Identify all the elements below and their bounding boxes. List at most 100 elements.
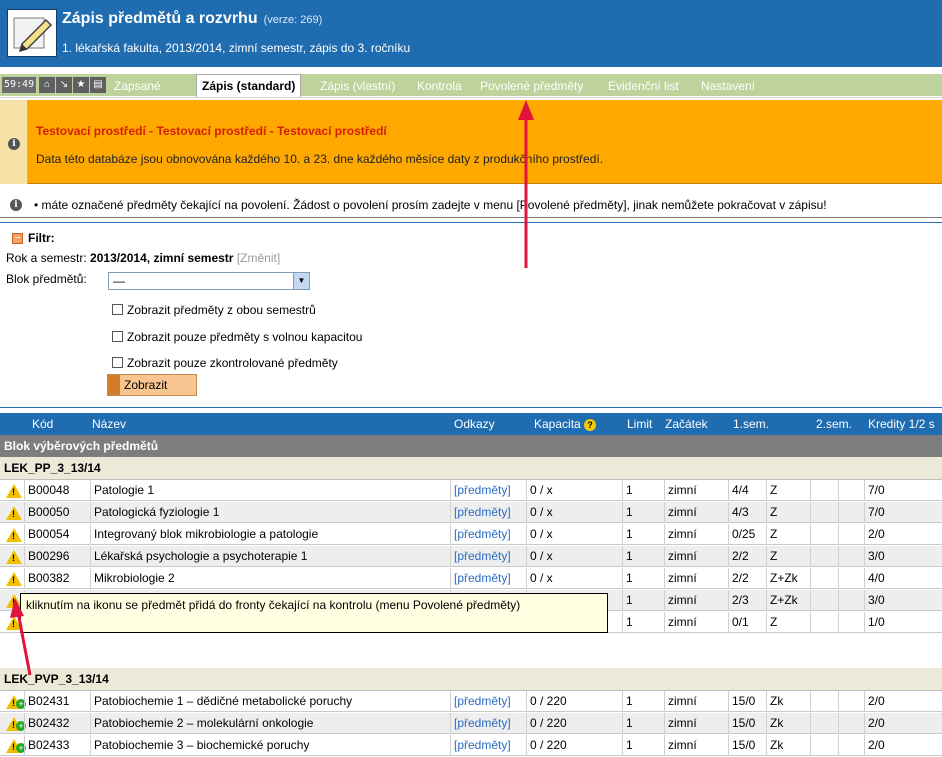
cell-link[interactable]: [předměty] bbox=[450, 524, 526, 545]
menu-item-kontrola[interactable]: Kontrola bbox=[417, 77, 462, 95]
table-row: B02432Patobiochemie 2 – molekulární onko… bbox=[0, 713, 942, 734]
warning-icon[interactable] bbox=[6, 572, 22, 586]
cell-start: zimní bbox=[664, 713, 728, 734]
cell-code: B02432 bbox=[24, 713, 90, 734]
menu-item-zapsane[interactable]: Zapsané bbox=[114, 77, 161, 95]
cell-h: 4/4 bbox=[728, 480, 766, 501]
cell-empty1 bbox=[810, 546, 838, 567]
cell-limit: 1 bbox=[622, 735, 664, 756]
table-row: B00048Patologie 1[předměty]0 / x1zimní4/… bbox=[0, 480, 942, 501]
cell-link[interactable]: [předměty] bbox=[450, 502, 526, 523]
print-icon[interactable]: ▤ bbox=[90, 77, 106, 93]
cell-k: Zk bbox=[766, 735, 810, 756]
col-kapacita[interactable]: Kapacita ? bbox=[534, 417, 597, 431]
cell-empty1 bbox=[810, 735, 838, 756]
warning-add-icon[interactable] bbox=[6, 717, 26, 731]
cell-cap: 0 / x bbox=[526, 480, 622, 501]
cell-empty2 bbox=[838, 480, 864, 501]
cell-limit: 1 bbox=[622, 480, 664, 501]
filter-panel: – Filtr: Rok a semestr: 2013/2014, zimní… bbox=[0, 222, 942, 408]
cell-code: B02433 bbox=[24, 735, 90, 756]
show-button[interactable]: Zobrazit bbox=[107, 374, 197, 396]
col-kod[interactable]: Kód bbox=[32, 417, 53, 431]
warning-icon[interactable] bbox=[6, 550, 22, 564]
cell-h: 15/0 bbox=[728, 713, 766, 734]
menu-item-zapis-vlastni[interactable]: Zápis (vlastní) bbox=[320, 77, 395, 95]
table-row: B00054Integrovaný blok mikrobiologie a p… bbox=[0, 524, 942, 545]
cell-limit: 1 bbox=[622, 524, 664, 545]
home-icon[interactable]: ⌂ bbox=[39, 77, 55, 93]
cell-h: 15/0 bbox=[728, 691, 766, 712]
cell-cred: 1/0 bbox=[864, 612, 942, 633]
cell-link[interactable]: [předměty] bbox=[450, 691, 526, 712]
cell-link[interactable]: [předměty] bbox=[450, 568, 526, 589]
cell-link[interactable]: [předměty] bbox=[450, 713, 526, 734]
col-odkazy: Odkazy bbox=[454, 417, 495, 431]
filter-title: Filtr: bbox=[28, 231, 55, 245]
menu-item-zapis-standard[interactable]: Zápis (standard) bbox=[196, 74, 302, 97]
col-zacatek: Začátek bbox=[665, 417, 708, 431]
app-subtitle: 1. lékařská fakulta, 2013/2014, zimní se… bbox=[62, 41, 411, 55]
app-version: (verze: 269) bbox=[263, 14, 323, 26]
cell-name: Patologie 1 bbox=[90, 480, 450, 501]
cell-h: 2/2 bbox=[728, 568, 766, 589]
cell-cap: 0 / 220 bbox=[526, 691, 622, 712]
cell-link[interactable]: [předměty] bbox=[450, 546, 526, 567]
cell-cap: 0 / x bbox=[526, 502, 622, 523]
group-row: LEK_PP_3_13/14 bbox=[0, 457, 942, 480]
help-icon[interactable]: ? bbox=[584, 419, 597, 431]
checkbox[interactable] bbox=[112, 331, 123, 342]
warning-add-icon[interactable] bbox=[6, 695, 26, 709]
checkbox-both-semesters[interactable]: Zobrazit předměty z obou semestrů bbox=[112, 303, 316, 317]
cell-h: 0/25 bbox=[728, 524, 766, 545]
checkbox[interactable] bbox=[112, 304, 123, 315]
menu-strip: 59:49 ⌂ ↘ ★ ▤ Zapsané Zápis (standard) Z… bbox=[0, 74, 942, 97]
test-environment-banner: i Testovací prostředí - Testovací prostř… bbox=[0, 100, 942, 184]
cell-code: B00382 bbox=[24, 568, 90, 589]
cell-link[interactable]: [předměty] bbox=[450, 735, 526, 756]
checkbox[interactable] bbox=[112, 357, 123, 368]
cell-start: zimní bbox=[664, 502, 728, 523]
cell-start: zimní bbox=[664, 546, 728, 567]
group-row: LEK_PVP_3_13/14 bbox=[0, 668, 942, 691]
semester-change-link[interactable]: [Změnit] bbox=[237, 251, 280, 265]
cell-empty2 bbox=[838, 735, 864, 756]
cell-cap: 0 / 220 bbox=[526, 713, 622, 734]
cell-name: Mikrobiologie 2 bbox=[90, 568, 450, 589]
cell-h: 4/3 bbox=[728, 502, 766, 523]
cell-link[interactable]: [předměty] bbox=[450, 480, 526, 501]
session-clock: 59:49 bbox=[2, 77, 37, 93]
cell-start: zimní bbox=[664, 568, 728, 589]
cell-empty1 bbox=[810, 691, 838, 712]
blok-select[interactable]: — ▼ bbox=[108, 272, 310, 290]
cell-limit: 1 bbox=[622, 568, 664, 589]
bookmark-icon[interactable]: ↘ bbox=[56, 77, 72, 93]
table-row: B00296Lékařská psychologie a psychoterap… bbox=[0, 546, 942, 567]
cell-empty2 bbox=[838, 524, 864, 545]
table-row: B02433Patobiochemie 3 – biochemické poru… bbox=[0, 735, 942, 756]
menu-item-evidencni-list[interactable]: Evidenční list bbox=[608, 77, 679, 95]
edit-pencil-icon bbox=[7, 9, 57, 57]
warning-add-icon[interactable] bbox=[6, 739, 26, 753]
checkbox-checked-only[interactable]: Zobrazit pouze zkontrolované předměty bbox=[112, 356, 338, 370]
cell-code: B00296 bbox=[24, 546, 90, 567]
cell-k: Z bbox=[766, 612, 810, 633]
checkbox-free-capacity[interactable]: Zobrazit pouze předměty s volnou kapacit… bbox=[112, 330, 362, 344]
cell-k: Z bbox=[766, 502, 810, 523]
cell-start: zimní bbox=[664, 590, 728, 611]
cell-limit: 1 bbox=[622, 612, 664, 633]
col-nazev[interactable]: Název bbox=[92, 417, 126, 431]
menu-item-povolene-predmety[interactable]: Povolené předměty bbox=[480, 77, 583, 95]
blok-select-value: — bbox=[113, 274, 125, 288]
info-icon: i bbox=[8, 138, 20, 150]
cell-empty1 bbox=[810, 524, 838, 545]
collapse-icon[interactable]: – bbox=[12, 233, 23, 244]
warning-icon[interactable] bbox=[6, 506, 22, 520]
menu-item-nastaveni[interactable]: Nastavení bbox=[701, 77, 755, 95]
cell-empty2 bbox=[838, 502, 864, 523]
cell-name: Lékařská psychologie a psychoterapie 1 bbox=[90, 546, 450, 567]
warning-icon[interactable] bbox=[6, 484, 22, 498]
warning-icon[interactable] bbox=[6, 528, 22, 542]
star-icon[interactable]: ★ bbox=[73, 77, 89, 93]
banner-icon-column: i bbox=[0, 100, 28, 184]
